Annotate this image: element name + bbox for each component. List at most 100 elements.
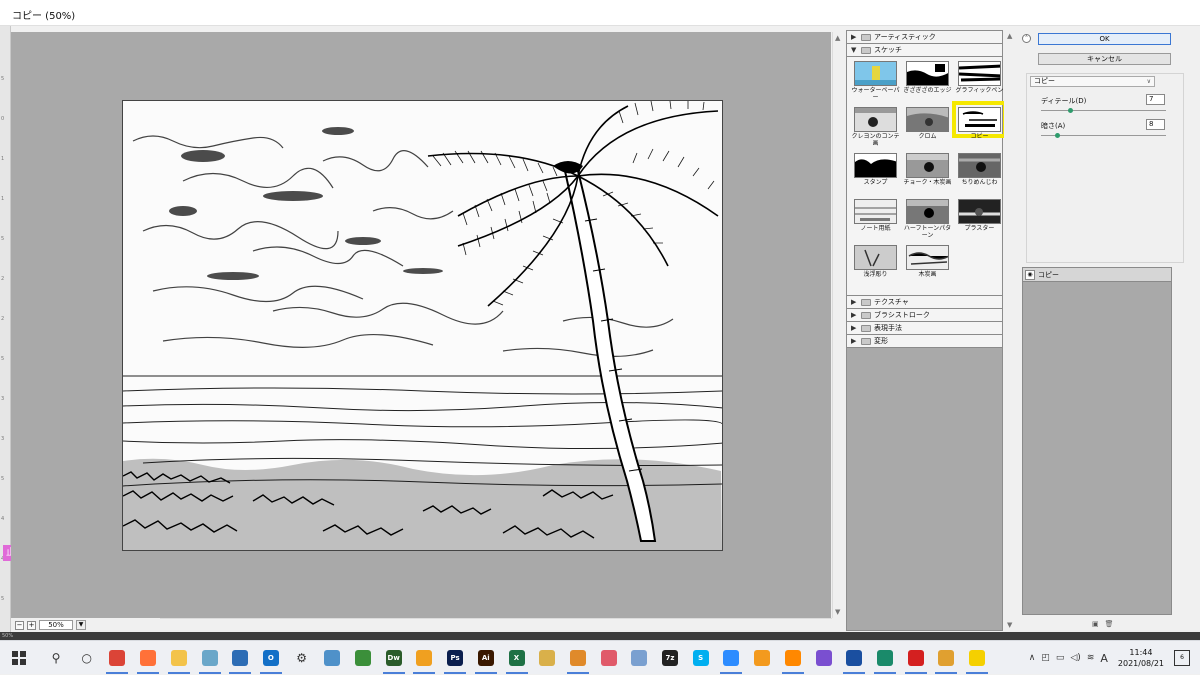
triangle-right-icon[interactable]: ▶ <box>851 337 858 345</box>
filter-thumbnail[interactable]: クレヨンのコンテ画 <box>850 107 901 153</box>
filter-thumbnail[interactable]: ぎざぎざのエッジ <box>902 61 953 107</box>
filter-thumbnail[interactable]: スタンプ <box>850 153 901 199</box>
zoom-icon[interactable] <box>723 650 740 666</box>
gallery-category-row[interactable]: ▶ 表現手法 <box>847 322 1002 335</box>
skype-icon[interactable]: S <box>692 650 709 666</box>
ime-indicator[interactable]: A <box>1100 652 1108 665</box>
dreamweaver-icon[interactable]: Dw <box>385 650 402 666</box>
triangle-down-icon[interactable]: ▼ <box>851 46 858 54</box>
filter-thumbnail[interactable]: プラスター <box>954 199 1005 245</box>
chevron-up-icon[interactable]: ∧ <box>1029 653 1036 663</box>
app-dog-icon[interactable] <box>938 650 955 666</box>
filter-thumbnail[interactable]: ウォーターペーパー <box>850 61 901 107</box>
app-card-icon[interactable] <box>324 650 341 666</box>
search-icon[interactable]: ⚲ <box>48 650 64 666</box>
filter-thumbnail[interactable]: ちりめんじわ <box>954 153 1005 199</box>
battery-icon[interactable]: ▭ <box>1056 653 1065 663</box>
filter-label: スタンプ <box>863 179 888 186</box>
app-circle-icon[interactable] <box>876 650 893 666</box>
collapse-gallery-icon[interactable]: ⌃ <box>1022 34 1031 43</box>
detail-value-field[interactable]: 7 <box>1146 94 1165 105</box>
app-blue-1-icon[interactable] <box>201 650 218 666</box>
app-orange-icon[interactable] <box>416 650 433 666</box>
network-icon[interactable]: ◰ <box>1041 653 1050 663</box>
filter-thumbnail[interactable]: グラフィックペン <box>954 61 1005 107</box>
triangle-right-icon[interactable]: ▶ <box>851 324 858 332</box>
gallery-category-row[interactable]: ▶ テクスチャ <box>847 296 1002 309</box>
darkness-value-field[interactable]: 8 <box>1146 119 1165 130</box>
filter-thumbnail[interactable]: 木炭画 <box>902 245 953 291</box>
app-sticky-icon[interactable] <box>969 650 985 666</box>
scroll-down-icon[interactable]: ▼ <box>835 608 840 616</box>
gallery-category-row[interactable]: ▶ ブラシストローク <box>847 309 1002 322</box>
gallery-category-row[interactable]: ▼ スケッチ <box>847 44 1002 57</box>
gallery-category-row[interactable]: ▶ アーティスティック <box>847 31 1002 44</box>
detail-slider[interactable] <box>1041 110 1166 111</box>
filter-preview-thumb <box>958 153 1001 178</box>
detail-slider-knob[interactable] <box>1067 108 1073 113</box>
darkness-slider-knob[interactable] <box>1055 133 1061 138</box>
folder-icon <box>861 46 871 54</box>
filter-settings-box: コピー ∨ ディテール(D) 7 暗さ(A) 8 <box>1026 73 1184 263</box>
volume-icon[interactable]: ◁) <box>1070 653 1080 663</box>
preview-vertical-scrollbar[interactable]: ▲ ▼ <box>832 32 844 618</box>
vlc-icon[interactable] <box>784 650 801 666</box>
app-snip-icon[interactable] <box>600 650 617 666</box>
cortana-icon[interactable]: ○ <box>78 650 95 666</box>
new-layer-icon[interactable]: ▣ <box>1092 620 1099 628</box>
scroll-up-icon[interactable]: ▲ <box>835 34 840 42</box>
zoom-out-button[interactable]: − <box>15 620 24 630</box>
windows-start-icon[interactable] <box>12 651 26 667</box>
triangle-right-icon[interactable]: ▶ <box>851 311 858 319</box>
notification-icon[interactable]: 6 <box>1174 650 1190 666</box>
filter-thumbnail[interactable]: ノート用紙 <box>850 199 901 245</box>
app-music-icon[interactable] <box>846 650 863 666</box>
chrome-icon[interactable] <box>109 650 126 666</box>
ruler-tick-label: 5 <box>1 596 5 602</box>
ruler-tick-label: 2 <box>1 276 5 282</box>
gallery-category-row[interactable]: ▶ 変形 <box>847 335 1002 348</box>
preview-area[interactable] <box>11 32 831 618</box>
app-record-icon[interactable] <box>907 650 924 666</box>
wifi-icon[interactable]: ≋ <box>1087 653 1095 663</box>
outlook-icon[interactable]: O <box>262 650 279 666</box>
effect-layers-panel: ◉ コピー <box>1022 267 1172 615</box>
app-butterfly-icon[interactable] <box>569 650 586 666</box>
zoom-value[interactable]: 50% <box>39 620 73 630</box>
gallery-scrollbar[interactable]: ▲ ▼ <box>1004 30 1016 631</box>
triangle-right-icon[interactable]: ▶ <box>851 33 858 41</box>
app-purple-icon[interactable] <box>815 650 832 666</box>
clock[interactable]: 11:44 2021/08/21 <box>1118 647 1164 669</box>
ok-button[interactable]: OK <box>1038 33 1171 45</box>
photos-icon[interactable] <box>232 650 249 666</box>
explorer-icon[interactable] <box>170 650 187 666</box>
filter-thumbnail[interactable]: コピー <box>952 101 1007 153</box>
settings-icon[interactable]: ⚙ <box>293 650 310 666</box>
scroll-up-icon[interactable]: ▲ <box>1007 32 1012 40</box>
firefox-icon[interactable] <box>140 650 157 666</box>
app-green-icon[interactable] <box>355 650 371 666</box>
zoom-in-button[interactable]: + <box>27 620 36 630</box>
illustrator-icon[interactable]: Ai <box>477 650 494 666</box>
gallery-category-label: 表現手法 <box>874 324 902 332</box>
zoom-dropdown-icon[interactable]: ▼ <box>76 620 86 630</box>
eye-icon[interactable]: ◉ <box>1025 269 1035 280</box>
triangle-right-icon[interactable]: ▶ <box>851 298 858 306</box>
scroll-down-icon[interactable]: ▼ <box>1007 621 1012 629</box>
photoshop-icon[interactable]: Ps <box>447 650 464 666</box>
preview-horizontal-scrollbar[interactable] <box>160 618 832 630</box>
app-media-icon[interactable] <box>754 650 771 666</box>
effect-layer-row[interactable]: ◉ コピー <box>1023 268 1171 282</box>
app-paint-icon[interactable] <box>631 650 648 666</box>
trash-icon[interactable]: 🗑 <box>1105 620 1114 628</box>
filter-preview-thumb <box>906 153 949 178</box>
filter-thumbnail[interactable]: ハーフトーンパターン <box>902 199 953 245</box>
filter-thumbnail[interactable]: クロム <box>902 107 953 153</box>
app-pen-icon[interactable] <box>539 650 556 666</box>
filter-thumbnail[interactable]: 浅浮彫り <box>850 245 901 291</box>
excel-icon[interactable]: X <box>508 650 525 666</box>
7zip-icon[interactable]: 7z <box>662 650 678 666</box>
filter-thumbnail[interactable]: チョーク・木炭画 <box>902 153 953 199</box>
filter-select[interactable]: コピー ∨ <box>1030 76 1155 87</box>
cancel-button[interactable]: キャンセル <box>1038 53 1171 65</box>
